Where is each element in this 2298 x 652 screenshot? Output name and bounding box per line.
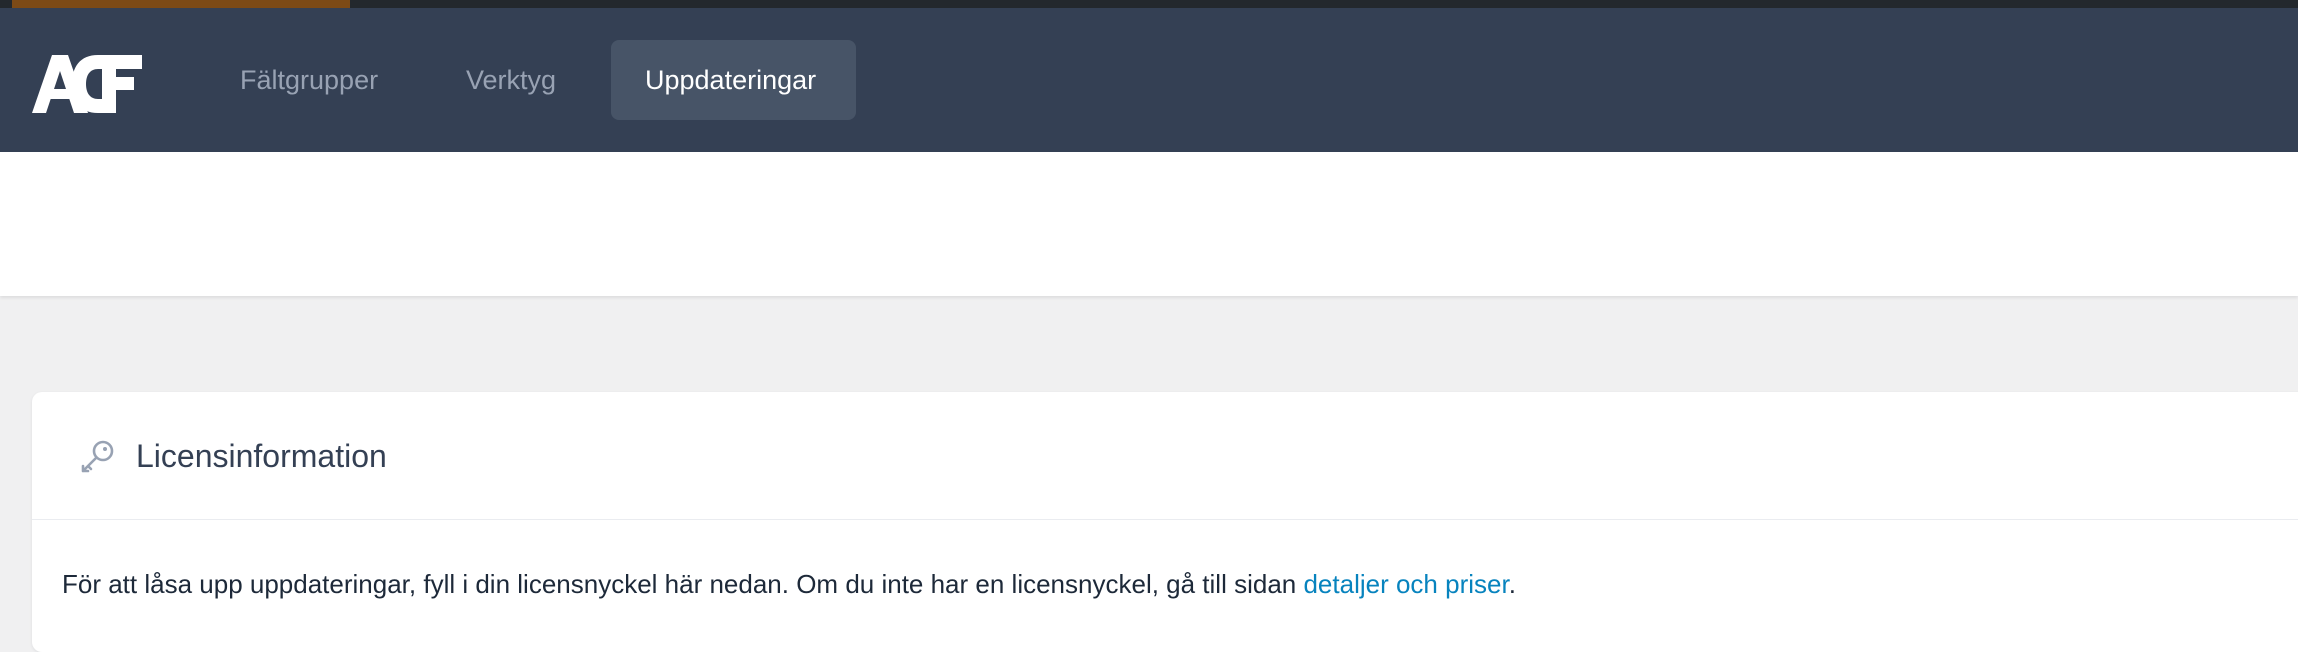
license-card-title: Licensinformation (136, 438, 387, 474)
nav-item-uppdateringar[interactable]: Uppdateringar (611, 40, 856, 120)
acf-logo[interactable] (32, 55, 142, 113)
admin-top-strip (0, 0, 2298, 8)
nav-item-verktyg[interactable]: Verktyg (432, 40, 590, 120)
page-header-area (0, 152, 2298, 296)
license-text-after: . (1508, 569, 1516, 599)
license-card: Licensinformation För att låsa upp uppda… (32, 392, 2298, 652)
acf-navbar: Fältgrupper Verktyg Uppdateringar (0, 8, 2298, 152)
key-icon (81, 440, 114, 473)
nav-item-faltgrupper[interactable]: Fältgrupper (206, 40, 412, 120)
admin-top-strip-accent (12, 0, 350, 8)
license-description: För att låsa upp uppdateringar, fyll i d… (62, 564, 1516, 604)
license-card-header: Licensinformation (32, 392, 2298, 520)
license-text-before: För att låsa upp uppdateringar, fyll i d… (62, 569, 1304, 599)
details-and-prices-link[interactable]: detaljer och priser (1303, 569, 1508, 599)
